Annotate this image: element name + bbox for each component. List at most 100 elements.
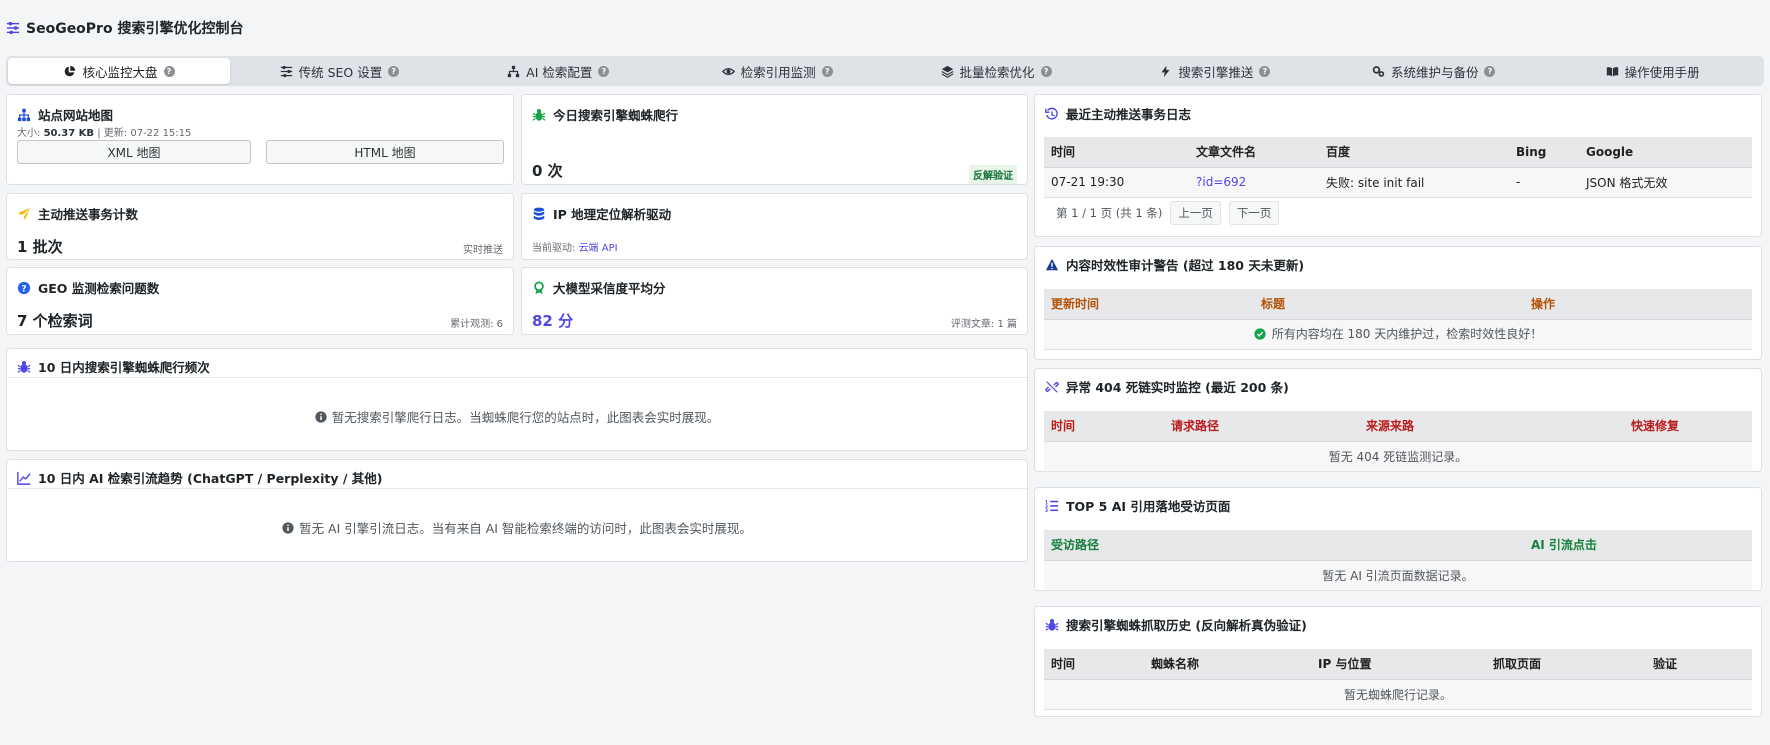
dead-links-title: 异常 404 死链实时监控 (最近 200 条) (1066, 380, 1289, 395)
help-icon[interactable]: ? (163, 65, 175, 77)
app-title-text: SeoGeoPro 搜索引擎优化控制台 (26, 21, 244, 37)
dead-links-card: 异常 404 死链实时监控 (最近 200 条) 时间 请求路径 来源来路 快速… (1034, 368, 1762, 472)
dead-links-table: 时间 请求路径 来源来路 快速修复 暂无 404 死链监测记录。 (1044, 411, 1752, 472)
col-header: 操作 (1524, 289, 1752, 320)
col-header: AI 引流点击 (1524, 530, 1752, 561)
svg-text:?: ? (21, 284, 26, 294)
sitemap-meta-prefix: 大小: (17, 128, 41, 139)
ai-trend-empty-text: 暂无 AI 引擎引流日志。当有来自 AI 智能检索终端的访问时，此图表会实时展现… (299, 521, 752, 536)
push-count-head: 主动推送事务计数 (17, 204, 138, 223)
spider-today-head: 今日搜索引擎蜘蛛爬行 (532, 105, 678, 124)
col-header: Google (1579, 137, 1752, 168)
tab-maintenance[interactable]: 系统维护与备份 ? (1324, 58, 1543, 84)
html-sitemap-button[interactable]: HTML 地图 (266, 140, 504, 164)
tab-manual[interactable]: 操作使用手册 (1543, 58, 1762, 84)
sitemap-meta-suffix: | 更新: 07-22 15:15 (97, 128, 192, 139)
help-icon[interactable]: ? (598, 65, 610, 77)
tab-dashboard[interactable]: 核心监控大盘 ? (8, 58, 230, 84)
spider-today-value: 0 次 (532, 162, 563, 180)
question-circle-icon: ? (17, 281, 31, 294)
tab-label: 核心监控大盘 (82, 64, 158, 80)
geo-questions-card: ? GEO 监测检索问题数 7 个检索词 累计观测: 6 (6, 267, 514, 335)
pagination: 第 1 / 1 页 (共 1 条) 上一页 下一页 (1044, 198, 1752, 228)
col-header: 请求路径 (1164, 411, 1359, 442)
help-icon[interactable]: ? (1259, 65, 1271, 77)
line-chart-icon (17, 471, 31, 485)
eye-icon (721, 67, 735, 75)
spider-today-card: 今日搜索引擎蜘蛛爬行 0 次 反解验证 (521, 94, 1028, 185)
ip-driver-label: 当前驱动: (532, 243, 576, 254)
empty-cell: 暂无 AI 引流页面数据记录。 (1044, 560, 1752, 591)
push-count-value: 1 批次 (17, 238, 63, 256)
stale-audit-title: 内容时效性审计警告 (超过 180 天未更新) (1066, 258, 1305, 273)
ip-driver-meta: 当前驱动: 云端 API (532, 239, 618, 254)
bug-icon (17, 360, 31, 373)
col-header: 文章文件名 (1189, 137, 1319, 168)
col-header: 蜘蛛名称 (1144, 649, 1311, 680)
tab-ai-config[interactable]: AI 检索配置 ? (449, 58, 668, 84)
tab-batch-optimize[interactable]: 批量检索优化 ? (887, 58, 1106, 84)
ordered-list-icon: 123 (1045, 499, 1059, 513)
empty-cell: 所有内容均在 180 天内维护过，检索时效性良好！ (1044, 319, 1752, 350)
top-ai-pages-table: 受访路径 AI 引流点击 暂无 AI 引流页面数据记录。 (1044, 530, 1752, 591)
tab-label: 系统维护与备份 (1390, 64, 1479, 80)
spider-history-head: 搜索引擎蜘蛛抓取历史 (反向解析真伪验证) (1045, 615, 1307, 634)
geo-questions-title: GEO 监测检索问题数 (38, 281, 160, 296)
tab-seo-settings[interactable]: 传统 SEO 设置 ? (230, 58, 449, 84)
geo-questions-value: 7 个检索词 (17, 312, 93, 330)
table-row: 07-21 19:30 ?id=692 失败: site init fail -… (1044, 167, 1752, 198)
paper-plane-icon (17, 207, 31, 220)
tab-label: AI 检索配置 (526, 64, 593, 80)
col-header: 受访路径 (1044, 530, 1524, 561)
llm-score-head: 大模型采信度平均分 (532, 278, 666, 297)
table-row: 暂无蜘蛛爬行记录。 (1044, 679, 1752, 710)
ai-trend-title: 10 日内 AI 检索引流趋势 (ChatGPT / Perplexity / … (38, 471, 383, 486)
next-page-button[interactable]: 下一页 (1228, 200, 1280, 225)
article-link[interactable]: ?id=692 (1189, 167, 1319, 198)
spider-history-title: 搜索引擎蜘蛛抓取历史 (反向解析真伪验证) (1066, 618, 1307, 633)
empty-cell: 暂无 404 死链监测记录。 (1044, 441, 1752, 472)
tab-label: 批量检索优化 (959, 64, 1035, 80)
ip-driver-card: IP 地理定位解析驱动 当前驱动: 云端 API (521, 193, 1028, 260)
llm-score-title: 大模型采信度平均分 (553, 281, 666, 296)
tab-label: 检索引用监测 (740, 64, 816, 80)
tab-label: 搜索引擎推送 (1178, 64, 1254, 80)
sliders-icon (280, 65, 292, 77)
help-icon[interactable]: ? (1484, 65, 1496, 77)
pager-text: 第 1 / 1 页 (共 1 条) (1056, 205, 1163, 220)
reverse-verify-badge: 反解验证 (969, 165, 1017, 184)
table-row: 暂无 404 死链监测记录。 (1044, 441, 1752, 472)
database-icon (533, 207, 545, 220)
empty-text: 所有内容均在 180 天内维护过，检索时效性良好！ (1271, 327, 1543, 342)
llm-score-note: 评测文章: 1 篇 (950, 319, 1017, 330)
geo-questions-note: 累计观测: 6 (450, 319, 503, 330)
warning-icon (1045, 258, 1059, 270)
push-count-note: 实时推送 (463, 245, 503, 256)
push-count-title: 主动推送事务计数 (38, 207, 139, 222)
xml-sitemap-button[interactable]: XML 地图 (17, 140, 251, 164)
spider-frequency-head: 10 日内搜索引擎蜘蛛爬行频次 (17, 357, 210, 376)
history-icon (1045, 107, 1058, 120)
push-log-title: 最近主动推送事务日志 (1066, 107, 1192, 122)
table-row: 暂无 AI 引流页面数据记录。 (1044, 560, 1752, 591)
spider-frequency-empty-text: 暂无搜索引擎爬行日志。当蜘蛛爬行您的站点时，此图表会实时展现。 (331, 410, 720, 425)
prev-page-button[interactable]: 上一页 (1170, 200, 1221, 225)
col-header: 时间 (1044, 649, 1144, 680)
col-header: Bing (1509, 137, 1579, 168)
cell: JSON 格式无效 (1579, 167, 1752, 198)
help-icon[interactable]: ? (1040, 65, 1052, 77)
info-icon (282, 521, 294, 534)
cell: 07-21 19:30 (1044, 167, 1189, 198)
bug-icon (532, 108, 546, 121)
app-title: SeoGeoPro 搜索引擎优化控制台 (6, 18, 243, 38)
ai-trend-card: 10 日内 AI 检索引流趋势 (ChatGPT / Perplexity / … (6, 459, 1028, 562)
info-icon (315, 410, 327, 423)
col-header: 更新时间 (1044, 289, 1254, 320)
help-icon[interactable]: ? (388, 65, 400, 77)
spider-frequency-title: 10 日内搜索引擎蜘蛛爬行频次 (38, 360, 210, 375)
tab-engine-push[interactable]: 搜索引擎推送 ? (1105, 58, 1324, 84)
col-header: 快速修复 (1624, 411, 1752, 442)
sitemap-card-head: 站点网站地图 (17, 105, 113, 124)
help-icon[interactable]: ? (821, 65, 833, 77)
tab-citation-monitor[interactable]: 检索引用监测 ? (668, 58, 887, 84)
